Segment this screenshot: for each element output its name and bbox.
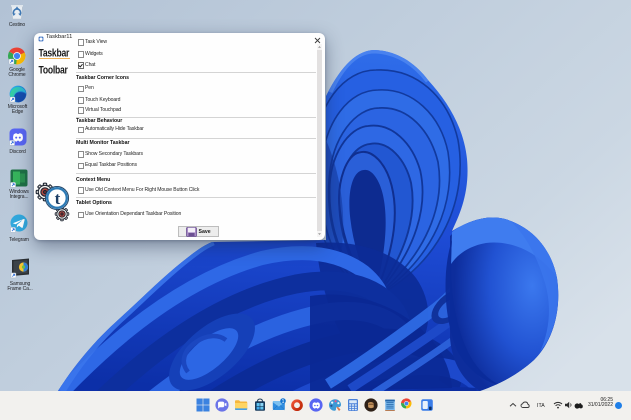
svg-text:t: t <box>55 189 61 208</box>
svg-text:1: 1 <box>282 398 285 404</box>
